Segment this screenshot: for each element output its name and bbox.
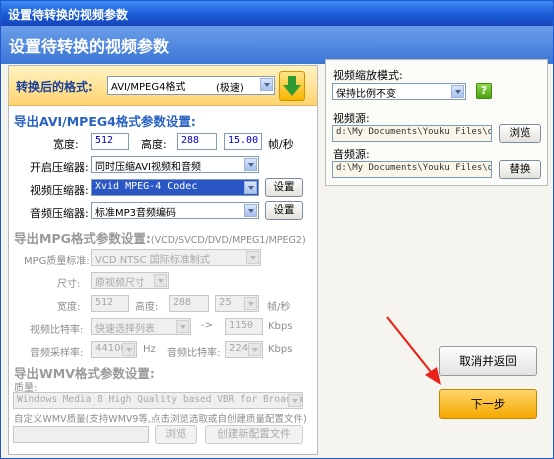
chevron-down-icon xyxy=(244,158,257,171)
chevron-down-icon xyxy=(154,274,167,287)
video-compressor-label: 视频压缩器: xyxy=(30,184,89,197)
mpg-width-input: 512 xyxy=(91,295,129,312)
audio-source-label: 音频源: xyxy=(333,148,370,161)
avi-section-title: 导出AVI/MPEG4格式参数设置: xyxy=(14,114,196,129)
mpg-title-note: (VCD/SVCD/DVD/MPEG1/MPEG2) xyxy=(150,235,306,246)
wmv-create-button: 创建新配置文件 xyxy=(205,425,303,444)
mpg-vbitrate-select: 快速选择列表 xyxy=(91,318,191,335)
chevron-down-icon xyxy=(176,320,189,333)
chevron-down-icon xyxy=(246,251,259,264)
avi-fps-unit: 帧/秒 xyxy=(268,138,294,151)
chevron-down-icon xyxy=(122,343,135,356)
mpg-abitrate-unit: Kbps xyxy=(268,344,293,355)
mpg-abitrate-value: 224 xyxy=(229,343,249,354)
audio-compressor-label: 音频压缩器: xyxy=(30,207,89,220)
mpg-height-label: 高度: xyxy=(135,302,159,313)
next-step-button[interactable]: 下一步 xyxy=(439,389,537,419)
mpg-vbitrate-unit: Kbps xyxy=(268,321,293,332)
avi-width-label: 宽度: xyxy=(53,138,79,151)
enable-compressor-select[interactable]: 同时压缩AVI视频和音频 xyxy=(91,156,259,173)
mpg-height-input: 288 xyxy=(169,295,209,312)
avi-width-input[interactable]: 512 xyxy=(91,133,129,150)
wmv-custom-label: 自定义WMV质量(支持WMV9等,点击浏览选取或自创建质量配置文件) xyxy=(14,414,307,425)
video-compressor-value: Xvid MPEG-4 Codec xyxy=(95,181,198,192)
wmv-quality-value: Windows Media 8 High Quality based VBR f… xyxy=(17,394,303,405)
mpg-vbitrate-label: 视频比特率: xyxy=(30,325,84,336)
mpg-quality-value: VCD NTSC 国际标准制式 xyxy=(95,255,210,266)
format-select[interactable]: AVI/MPEG4格式 (极速) xyxy=(107,76,275,95)
wmv-custom-path-input xyxy=(13,426,149,443)
mpg-arrow: -> xyxy=(201,320,213,331)
mpg-quality-label: MPG质量标准: xyxy=(24,256,90,267)
mpg-sample-select: 44100 xyxy=(91,341,137,358)
mpg-size-value: 原视频尺寸 xyxy=(95,278,145,289)
mpg-width-label: 宽度: xyxy=(57,302,81,313)
avi-height-label: 高度: xyxy=(141,138,167,151)
chevron-down-icon xyxy=(288,394,301,407)
help-icon[interactable]: ? xyxy=(476,83,492,99)
wmv-browse-button: 浏览 xyxy=(155,425,197,444)
enable-compressor-value: 同时压缩AVI视频和音频 xyxy=(95,162,201,173)
mpg-fps-value: 25 xyxy=(219,297,232,308)
video-compressor-settings-button[interactable]: 设置 xyxy=(265,178,303,197)
chevron-down-icon xyxy=(244,297,257,310)
audio-compressor-value: 标准MP3音频编码 xyxy=(95,208,177,219)
mpg-vbitrate-value: 快速选择列表 xyxy=(95,324,155,335)
format-label: 转换后的格式: xyxy=(16,80,93,94)
chevron-down-icon xyxy=(248,343,261,356)
format-bar: 转换后的格式: AVI/MPEG4格式 (极速) xyxy=(9,66,317,106)
format-value: AVI/MPEG4格式 xyxy=(111,82,186,93)
mpg-fps-unit: 帧/秒 xyxy=(267,302,291,313)
format-speed: (极速) xyxy=(216,83,244,94)
wmv-quality-select: Windows Media 8 High Quality based VBR f… xyxy=(13,392,303,409)
video-source-label: 视频源: xyxy=(333,112,370,125)
video-source-input[interactable]: d:\My Documents\Youku Files\down xyxy=(332,125,492,142)
scale-mode-select[interactable]: 保持比例不变 xyxy=(332,83,466,100)
window-title: 设置待转换的视频参数 xyxy=(1,1,553,26)
cancel-return-button[interactable]: 取消并返回 xyxy=(439,346,537,376)
mpg-abitrate-select: 224 xyxy=(225,341,263,358)
video-compressor-select[interactable]: Xvid MPEG-4 Codec xyxy=(91,179,259,196)
mpg-abitrate-label: 音频比特率: xyxy=(167,348,221,359)
mpg-size-select: 原视频尺寸 xyxy=(91,272,169,289)
settings-panel: 转换后的格式: AVI/MPEG4格式 (极速) 导出AVI/MPEG4格式参数… xyxy=(8,65,318,455)
scale-mode-value: 保持比例不变 xyxy=(336,89,396,100)
avi-fps-input[interactable]: 15.00 xyxy=(224,133,262,150)
chevron-down-icon xyxy=(244,204,257,217)
audio-compressor-select[interactable]: 标准MP3音频编码 xyxy=(91,202,259,219)
audio-replace-button[interactable]: 替换 xyxy=(499,160,541,179)
mpg-fps-select: 25 xyxy=(215,295,259,312)
enable-compressor-label: 开启压缩器: xyxy=(30,161,89,174)
video-source-browse-button[interactable]: 浏览 xyxy=(499,124,541,143)
audio-compressor-settings-button[interactable]: 设置 xyxy=(265,201,303,220)
mpg-section-title: 导出MPG格式参数设置:(VCD/SVCD/DVD/MPEG1/MPEG2) xyxy=(14,228,306,247)
avi-height-input[interactable]: 288 xyxy=(177,133,217,150)
mpg-vbitrate-input: 1150 xyxy=(225,318,263,335)
chevron-down-icon xyxy=(244,181,257,194)
mpg-quality-select: VCD NTSC 国际标准制式 xyxy=(91,249,261,266)
mpg-size-label: 尺寸: xyxy=(57,279,81,290)
audio-source-input[interactable]: d:\My Documents\Youku Files\down xyxy=(332,161,492,178)
mpg-hz-unit: Hz xyxy=(143,344,156,355)
chevron-down-icon xyxy=(451,85,464,98)
scale-mode-label: 视频缩放模式: xyxy=(333,69,403,82)
mpg-sample-label: 音频采样率: xyxy=(30,348,84,359)
download-arrow-icon[interactable] xyxy=(279,71,305,101)
dialog-window: 设置待转换的视频参数 设置待转换的视频参数 转换后的格式: AVI/MPEG4格… xyxy=(0,0,554,459)
chevron-down-icon xyxy=(260,78,273,91)
mpg-title-text: 导出MPG格式参数设置: xyxy=(14,231,151,246)
source-panel: 视频缩放模式: 保持比例不变 ? 视频源: d:\My Documents\Yo… xyxy=(325,59,548,186)
